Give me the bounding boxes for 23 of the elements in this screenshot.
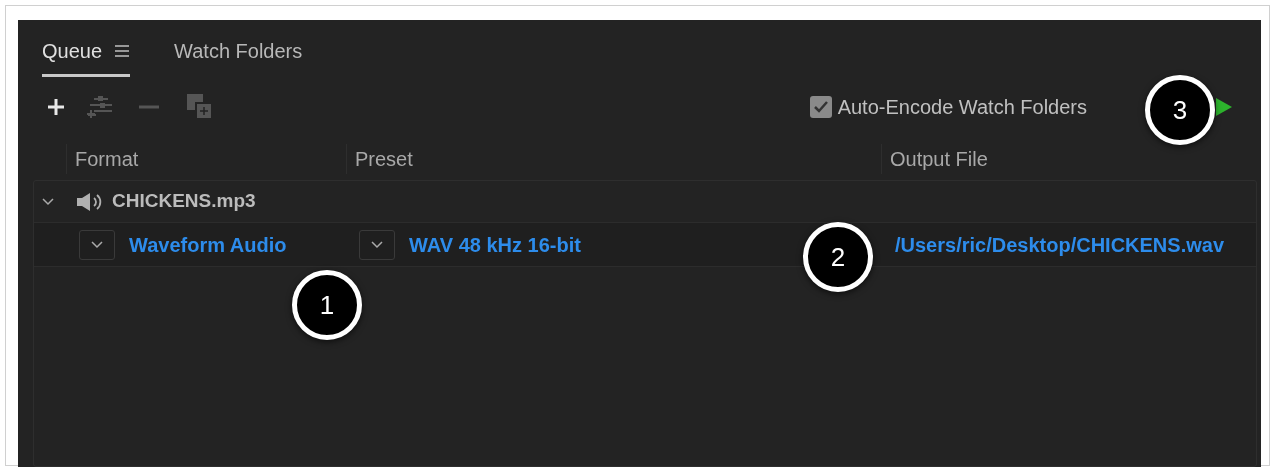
link[interactable]: Waveform Audio bbox=[129, 229, 287, 260]
caret-icon[interactable] bbox=[371, 240, 383, 249]
caret-icon[interactable] bbox=[91, 240, 103, 249]
callout-marker: 3 bbox=[1145, 75, 1215, 145]
dropdown-button[interactable] bbox=[359, 229, 395, 260]
auto-encode-checkbox[interactable]: Auto-Encode Watch Folders bbox=[809, 92, 1087, 122]
tab[interactable]: Watch Folders bbox=[174, 36, 303, 77]
column-header[interactable]: Output File bbox=[890, 143, 988, 174]
column-header[interactable]: Format bbox=[75, 143, 139, 174]
check-icon bbox=[813, 101, 828, 113]
tab[interactable]: Queue bbox=[42, 36, 131, 77]
expand-caret-icon[interactable] bbox=[42, 197, 54, 206]
dropdown-button[interactable] bbox=[79, 229, 115, 260]
output-file-link[interactable]: /Users/ric/Desktop/CHICKENS.wav bbox=[895, 229, 1224, 260]
source-file-name[interactable]: CHICKENS.mp3 bbox=[112, 187, 256, 216]
callout-marker: 1 bbox=[292, 270, 362, 340]
link[interactable]: WAV 48 kHz 16-bit bbox=[409, 229, 581, 260]
callout-marker: 2 bbox=[803, 222, 873, 292]
add-icon[interactable] bbox=[46, 97, 66, 117]
column-header[interactable]: Preset bbox=[355, 143, 413, 174]
menu-icon[interactable] bbox=[114, 45, 131, 57]
checkbox[interactable] bbox=[809, 96, 832, 118]
speaker-icon bbox=[76, 191, 104, 212]
